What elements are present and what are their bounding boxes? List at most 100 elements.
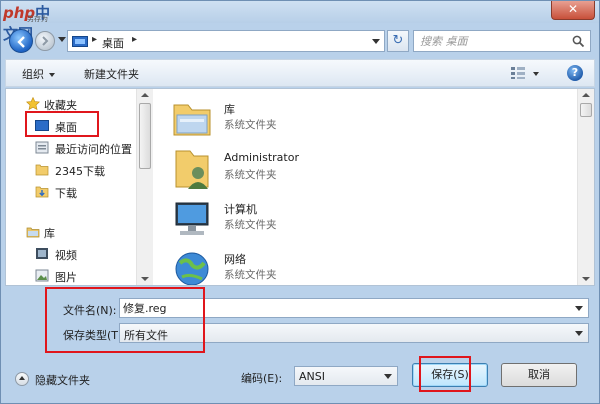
new-folder-button[interactable]: 新建文件夹 (84, 66, 139, 82)
nav-label: 桌面 (55, 121, 77, 134)
file-type: 系统文件夹 (224, 269, 277, 281)
highlight-filename-type (45, 287, 205, 353)
nav-label: 收藏夹 (44, 99, 77, 112)
filetype-value: 所有文件 (124, 329, 168, 342)
libraries-icon (26, 227, 40, 238)
nav-label: 视频 (55, 249, 77, 262)
file-name: 网络 (224, 253, 246, 266)
file-list: 库 系统文件夹 Administrator 系统文件夹 计算机 系统文件夹 网络… (156, 89, 576, 285)
libraries-folder-icon (173, 104, 211, 136)
filename-input[interactable] (123, 300, 563, 316)
site-logo: php中文网 另存为 (3, 2, 63, 43)
collapse-up-icon (15, 372, 29, 386)
desktop-icon (35, 120, 49, 131)
filename-label: 文件名(N): (63, 304, 117, 317)
view-options-dropdown-icon[interactable] (533, 72, 539, 76)
recent-pages-dropdown-icon[interactable] (58, 37, 66, 42)
list-item[interactable]: 库 系统文件夹 (166, 95, 466, 143)
file-name: Administrator (224, 151, 299, 164)
list-item[interactable]: 网络 系统文件夹 (166, 245, 466, 285)
chevron-down-icon (49, 73, 55, 77)
chevron-down-icon (384, 374, 392, 379)
organize-label: 组织 (22, 68, 44, 81)
file-type: 系统文件夹 (224, 219, 277, 231)
encoding-select[interactable]: ANSI (294, 366, 398, 386)
navigation-pane-scrollbar[interactable] (136, 89, 153, 285)
save-as-dialog: php中文网 另存为 ✕ ▸ 桌面 ▸ ↻ 组织 新建文件夹 ? (0, 0, 600, 404)
window-title: 另存为 (27, 15, 48, 23)
downloads-folder-icon (35, 186, 49, 198)
videos-icon (36, 248, 48, 259)
user-folder-icon (175, 150, 209, 189)
folder-icon (35, 164, 49, 176)
nav-item-favorites[interactable]: 收藏夹 (6, 95, 136, 113)
nav-label: 最近访问的位置 (55, 143, 132, 156)
file-name: 计算机 (224, 203, 257, 216)
forward-button[interactable] (35, 31, 55, 51)
search-box[interactable] (413, 30, 591, 52)
scrollbar-thumb[interactable] (139, 103, 151, 169)
nav-item-pictures[interactable]: 图片 (6, 267, 136, 285)
file-type: 系统文件夹 (224, 169, 277, 181)
refresh-button[interactable]: ↻ (387, 30, 409, 52)
scroll-down-icon[interactable] (582, 277, 590, 281)
nav-item-2345-downloads[interactable]: 2345下载 (6, 161, 136, 179)
scrollbar-thumb[interactable] (580, 103, 592, 117)
filetype-select[interactable]: 所有文件 (119, 323, 589, 343)
address-row: ▸ 桌面 ▸ ↻ (1, 27, 599, 55)
filename-combobox[interactable] (119, 298, 589, 318)
scroll-up-icon[interactable] (141, 93, 149, 97)
back-button[interactable] (9, 29, 33, 53)
nav-label: 图片 (55, 271, 77, 284)
nav-item-downloads[interactable]: 下载 (6, 183, 136, 201)
scroll-down-icon[interactable] (141, 277, 149, 281)
breadcrumb-chevron-icon[interactable]: ▸ (132, 34, 137, 45)
arrow-left-icon (17, 36, 25, 48)
nav-label: 2345下载 (55, 165, 105, 178)
nav-label: 下载 (55, 187, 77, 200)
nav-item-recent-places[interactable]: 最近访问的位置 (6, 139, 136, 157)
encoding-label: 编码(E): (241, 372, 283, 385)
file-type: 系统文件夹 (224, 119, 277, 131)
save-button[interactable]: 保存(S) (412, 363, 488, 387)
nav-label: 库 (44, 227, 55, 240)
search-icon[interactable] (572, 35, 585, 48)
close-icon: ✕ (567, 2, 579, 16)
navigation-pane: 收藏夹 桌面 最近访问的位置 2345下载 下载 库 视频 图片 (6, 89, 136, 285)
nav-item-desktop[interactable]: 桌面 (6, 117, 136, 135)
desktop-folder-icon (72, 36, 88, 47)
star-icon (26, 97, 40, 110)
nav-item-videos[interactable]: 视频 (6, 245, 136, 263)
hide-folders-label: 隐藏文件夹 (35, 374, 90, 387)
scroll-up-icon[interactable] (582, 93, 590, 97)
breadcrumb-chevron-icon[interactable]: ▸ (92, 34, 97, 45)
file-list-scrollbar[interactable] (577, 89, 594, 285)
hide-folders-button[interactable]: 隐藏文件夹 (15, 370, 125, 388)
encoding-value: ANSI (299, 370, 325, 383)
search-input[interactable] (418, 33, 568, 49)
computer-icon (175, 202, 209, 235)
list-item[interactable]: Administrator 系统文件夹 (166, 145, 466, 193)
help-icon[interactable]: ? (567, 65, 583, 81)
organize-button[interactable]: 组织 (22, 66, 55, 82)
filetype-label: 保存类型(T): (63, 329, 127, 342)
browser-content: 收藏夹 桌面 最近访问的位置 2345下载 下载 库 视频 图片 库 系统文件夹… (5, 88, 595, 286)
pictures-icon (35, 269, 49, 282)
refresh-icon: ↻ (392, 33, 404, 48)
chevron-down-icon[interactable] (575, 306, 583, 311)
nav-item-libraries[interactable]: 库 (6, 223, 136, 241)
recent-places-icon (35, 141, 49, 154)
file-name: 库 (224, 103, 235, 116)
title-bar: php中文网 另存为 ✕ (1, 1, 599, 43)
address-bar[interactable]: ▸ 桌面 ▸ (67, 30, 385, 52)
network-icon (175, 252, 209, 285)
close-button[interactable]: ✕ (551, 1, 595, 20)
command-toolbar: 组织 新建文件夹 ? (5, 59, 595, 87)
arrow-right-icon (42, 36, 49, 46)
change-view-icon[interactable] (510, 66, 526, 80)
list-item[interactable]: 计算机 系统文件夹 (166, 195, 466, 243)
chevron-down-icon (575, 331, 583, 336)
breadcrumb-desktop[interactable]: 桌面 (102, 35, 124, 51)
address-dropdown-icon[interactable] (372, 39, 380, 44)
cancel-button[interactable]: 取消 (501, 363, 577, 387)
